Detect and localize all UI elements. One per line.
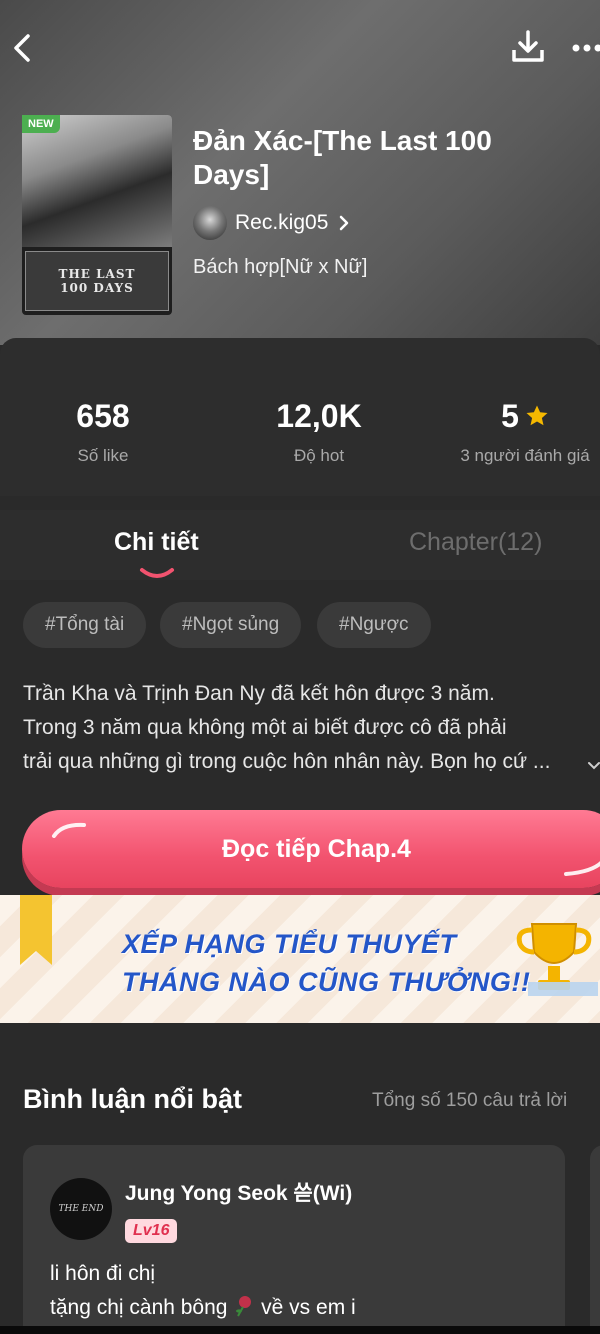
hot-stat: 12,0K Độ hot	[259, 398, 379, 466]
chevron-right-icon	[340, 215, 349, 231]
comment-line: li hôn đi chị	[50, 1262, 156, 1285]
tab-bar: Chi tiết Chapter(12)	[0, 510, 600, 580]
cover-photo	[22, 115, 172, 247]
comment-line: tặng chị cành bông về vs em i	[50, 1291, 550, 1325]
hot-value: 12,0K	[276, 398, 362, 434]
rating-label: 3 người đánh giá	[460, 446, 590, 465]
more-options-button[interactable]	[568, 30, 600, 66]
book-cover[interactable]: THE LAST 100 DAYS	[22, 115, 172, 315]
tag-chip[interactable]: #Tổng tài	[23, 602, 147, 648]
button-shine	[564, 861, 600, 876]
new-badge: NEW	[22, 115, 60, 133]
bookmark-ribbon-icon	[20, 895, 52, 965]
comments-count[interactable]: Tổng số 150 câu trả lời	[372, 1090, 567, 1112]
tag-chip[interactable]: #Ngược	[317, 602, 431, 648]
tag-chip[interactable]: #Ngọt sủng	[160, 602, 302, 648]
continue-reading-button[interactable]: Đọc tiếp Chap.4	[22, 810, 600, 888]
author-link[interactable]: Rec.kig05	[193, 205, 350, 241]
continue-reading-label: Đọc tiếp Chap.4	[222, 834, 411, 863]
level-badge: Lv16	[125, 1219, 178, 1243]
expand-chevron-icon[interactable]	[586, 756, 600, 776]
stats-panel: 658 Số like 12,0K Độ hot 5 3 người đánh …	[0, 338, 600, 496]
likes-value: 658	[76, 398, 130, 434]
commenter-avatar[interactable]: THE END	[50, 1178, 112, 1240]
author-name: Rec.kig05	[235, 211, 329, 234]
description-line: Trong 3 năm qua không một ai biết được c…	[23, 716, 507, 739]
chevron-left-icon	[14, 34, 30, 62]
bottom-bar	[0, 1326, 600, 1334]
comment-line-part: về vs em i	[261, 1296, 356, 1319]
comment-card[interactable]	[590, 1145, 600, 1334]
description-line: trải qua những gì trong cuộc hôn nhân nà…	[23, 750, 551, 773]
trophy-icon	[516, 923, 598, 996]
likes-stat: 658 Số like	[43, 398, 163, 466]
download-icon	[512, 30, 544, 62]
comment-text: li hôn đi chị tặng chị cành bông về vs e…	[50, 1257, 550, 1325]
rating-stat[interactable]: 5 3 người đánh giá	[455, 398, 595, 466]
rating-value: 5	[501, 398, 519, 434]
comment-card[interactable]: THE END Jung Yong Seok 쓷(Wi) Lv16 li hôn…	[23, 1145, 565, 1334]
description-line: Trần Kha và Trịnh Đan Ny đã kết hôn được…	[23, 682, 495, 705]
cover-title: THE LAST 100 DAYS	[58, 267, 136, 295]
comment-line-part: tặng chị cành bông	[50, 1296, 228, 1319]
featured-comments-title: Bình luận nổi bật	[23, 1084, 242, 1114]
book-description[interactable]: Trần Kha và Trịnh Đan Ny đã kết hôn được…	[23, 677, 593, 779]
cover-title-plate: THE LAST 100 DAYS	[25, 251, 169, 311]
banner-text: XẾP HẠNG TIỂU THUYẾT THÁNG NÀO CŨNG THƯỞ…	[122, 925, 530, 1001]
commenter-name[interactable]: Jung Yong Seok 쓷(Wi)	[125, 1177, 352, 1207]
hot-label: Độ hot	[293, 446, 345, 465]
more-horizontal-icon	[572, 44, 600, 52]
book-title: Đản Xác-[The Last 100 Days]	[193, 125, 492, 190]
active-tab-indicator	[140, 568, 174, 578]
button-shine	[52, 822, 86, 838]
banner-line: XẾP HẠNG TIỂU THUYẾT	[122, 929, 457, 959]
likes-label: Số like	[77, 446, 129, 465]
tab-chapter[interactable]: Chapter(12)	[409, 528, 542, 557]
back-button[interactable]	[6, 28, 38, 68]
rose-icon	[236, 1296, 252, 1317]
download-button[interactable]	[508, 26, 548, 66]
banner-line: THÁNG NÀO CŨNG THƯỞNG!!	[122, 967, 531, 997]
star-icon	[526, 405, 548, 426]
tab-detail[interactable]: Chi tiết	[114, 528, 199, 557]
author-avatar	[193, 206, 227, 240]
book-genre: Bách hợp[Nữ x Nữ]	[193, 256, 368, 278]
